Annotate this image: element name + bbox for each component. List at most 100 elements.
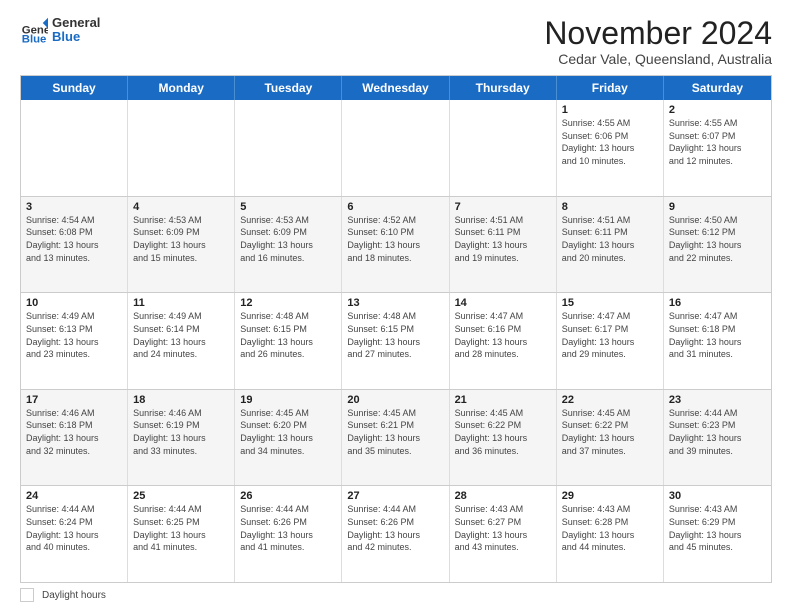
day-info: Sunrise: 4:43 AM Sunset: 6:29 PM Dayligh…: [669, 503, 766, 553]
day-info: Sunrise: 4:44 AM Sunset: 6:26 PM Dayligh…: [347, 503, 443, 553]
day-number: 6: [347, 201, 443, 213]
legend-box: [20, 588, 34, 602]
day-info: Sunrise: 4:45 AM Sunset: 6:21 PM Dayligh…: [347, 407, 443, 457]
day-info: Sunrise: 4:53 AM Sunset: 6:09 PM Dayligh…: [240, 214, 336, 264]
day-info: Sunrise: 4:43 AM Sunset: 6:27 PM Dayligh…: [455, 503, 551, 553]
day-info: Sunrise: 4:52 AM Sunset: 6:10 PM Dayligh…: [347, 214, 443, 264]
calendar-header-cell: Saturday: [664, 76, 771, 100]
legend-label: Daylight hours: [42, 590, 106, 601]
calendar-cell: 11Sunrise: 4:49 AM Sunset: 6:14 PM Dayli…: [128, 293, 235, 389]
calendar-cell: 13Sunrise: 4:48 AM Sunset: 6:15 PM Dayli…: [342, 293, 449, 389]
day-number: 4: [133, 201, 229, 213]
calendar: SundayMondayTuesdayWednesdayThursdayFrid…: [20, 75, 772, 583]
calendar-cell: 5Sunrise: 4:53 AM Sunset: 6:09 PM Daylig…: [235, 197, 342, 293]
calendar-cell: 2Sunrise: 4:55 AM Sunset: 6:07 PM Daylig…: [664, 100, 771, 196]
logo-blue-text: Blue: [52, 30, 100, 44]
calendar-cell: [128, 100, 235, 196]
calendar-cell: 23Sunrise: 4:44 AM Sunset: 6:23 PM Dayli…: [664, 390, 771, 486]
day-info: Sunrise: 4:48 AM Sunset: 6:15 PM Dayligh…: [240, 310, 336, 360]
day-number: 21: [455, 394, 551, 406]
calendar-row: 3Sunrise: 4:54 AM Sunset: 6:08 PM Daylig…: [21, 197, 771, 294]
logo-general-text: General: [52, 16, 100, 30]
day-info: Sunrise: 4:54 AM Sunset: 6:08 PM Dayligh…: [26, 214, 122, 264]
day-info: Sunrise: 4:45 AM Sunset: 6:20 PM Dayligh…: [240, 407, 336, 457]
day-info: Sunrise: 4:44 AM Sunset: 6:24 PM Dayligh…: [26, 503, 122, 553]
calendar-body: 1Sunrise: 4:55 AM Sunset: 6:06 PM Daylig…: [21, 100, 771, 582]
day-number: 30: [669, 490, 766, 502]
day-info: Sunrise: 4:47 AM Sunset: 6:18 PM Dayligh…: [669, 310, 766, 360]
day-number: 12: [240, 297, 336, 309]
header: General Blue General Blue November 2024 …: [20, 16, 772, 67]
calendar-header-row: SundayMondayTuesdayWednesdayThursdayFrid…: [21, 76, 771, 100]
svg-text:Blue: Blue: [22, 34, 47, 45]
day-number: 17: [26, 394, 122, 406]
calendar-header-cell: Friday: [557, 76, 664, 100]
calendar-cell: 17Sunrise: 4:46 AM Sunset: 6:18 PM Dayli…: [21, 390, 128, 486]
title-block: November 2024 Cedar Vale, Queensland, Au…: [544, 16, 772, 67]
calendar-cell: 22Sunrise: 4:45 AM Sunset: 6:22 PM Dayli…: [557, 390, 664, 486]
main-title: November 2024: [544, 16, 772, 51]
day-number: 26: [240, 490, 336, 502]
day-info: Sunrise: 4:49 AM Sunset: 6:14 PM Dayligh…: [133, 310, 229, 360]
day-number: 24: [26, 490, 122, 502]
calendar-cell: 3Sunrise: 4:54 AM Sunset: 6:08 PM Daylig…: [21, 197, 128, 293]
day-info: Sunrise: 4:44 AM Sunset: 6:25 PM Dayligh…: [133, 503, 229, 553]
day-info: Sunrise: 4:43 AM Sunset: 6:28 PM Dayligh…: [562, 503, 658, 553]
calendar-cell: 7Sunrise: 4:51 AM Sunset: 6:11 PM Daylig…: [450, 197, 557, 293]
day-info: Sunrise: 4:55 AM Sunset: 6:06 PM Dayligh…: [562, 117, 658, 167]
calendar-cell: 18Sunrise: 4:46 AM Sunset: 6:19 PM Dayli…: [128, 390, 235, 486]
calendar-cell: [21, 100, 128, 196]
day-number: 23: [669, 394, 766, 406]
day-info: Sunrise: 4:55 AM Sunset: 6:07 PM Dayligh…: [669, 117, 766, 167]
day-number: 27: [347, 490, 443, 502]
calendar-header-cell: Wednesday: [342, 76, 449, 100]
calendar-cell: 26Sunrise: 4:44 AM Sunset: 6:26 PM Dayli…: [235, 486, 342, 582]
day-info: Sunrise: 4:47 AM Sunset: 6:16 PM Dayligh…: [455, 310, 551, 360]
day-number: 13: [347, 297, 443, 309]
calendar-header-cell: Monday: [128, 76, 235, 100]
calendar-header-cell: Sunday: [21, 76, 128, 100]
day-number: 9: [669, 201, 766, 213]
calendar-cell: 15Sunrise: 4:47 AM Sunset: 6:17 PM Dayli…: [557, 293, 664, 389]
calendar-cell: 20Sunrise: 4:45 AM Sunset: 6:21 PM Dayli…: [342, 390, 449, 486]
day-number: 28: [455, 490, 551, 502]
logo: General Blue General Blue: [20, 16, 100, 45]
day-number: 25: [133, 490, 229, 502]
day-info: Sunrise: 4:47 AM Sunset: 6:17 PM Dayligh…: [562, 310, 658, 360]
calendar-cell: 21Sunrise: 4:45 AM Sunset: 6:22 PM Dayli…: [450, 390, 557, 486]
calendar-cell: 30Sunrise: 4:43 AM Sunset: 6:29 PM Dayli…: [664, 486, 771, 582]
day-number: 29: [562, 490, 658, 502]
day-info: Sunrise: 4:46 AM Sunset: 6:19 PM Dayligh…: [133, 407, 229, 457]
calendar-cell: [450, 100, 557, 196]
calendar-row: 17Sunrise: 4:46 AM Sunset: 6:18 PM Dayli…: [21, 390, 771, 487]
calendar-cell: 28Sunrise: 4:43 AM Sunset: 6:27 PM Dayli…: [450, 486, 557, 582]
calendar-cell: [342, 100, 449, 196]
day-number: 1: [562, 104, 658, 116]
day-number: 20: [347, 394, 443, 406]
day-info: Sunrise: 4:45 AM Sunset: 6:22 PM Dayligh…: [455, 407, 551, 457]
calendar-cell: [235, 100, 342, 196]
day-number: 3: [26, 201, 122, 213]
day-number: 7: [455, 201, 551, 213]
day-info: Sunrise: 4:45 AM Sunset: 6:22 PM Dayligh…: [562, 407, 658, 457]
day-number: 15: [562, 297, 658, 309]
logo-icon: General Blue: [20, 16, 48, 44]
day-info: Sunrise: 4:46 AM Sunset: 6:18 PM Dayligh…: [26, 407, 122, 457]
calendar-cell: 24Sunrise: 4:44 AM Sunset: 6:24 PM Dayli…: [21, 486, 128, 582]
page: General Blue General Blue November 2024 …: [0, 0, 792, 612]
calendar-cell: 19Sunrise: 4:45 AM Sunset: 6:20 PM Dayli…: [235, 390, 342, 486]
day-number: 18: [133, 394, 229, 406]
calendar-cell: 9Sunrise: 4:50 AM Sunset: 6:12 PM Daylig…: [664, 197, 771, 293]
day-number: 16: [669, 297, 766, 309]
day-number: 10: [26, 297, 122, 309]
calendar-header-cell: Thursday: [450, 76, 557, 100]
calendar-cell: 8Sunrise: 4:51 AM Sunset: 6:11 PM Daylig…: [557, 197, 664, 293]
calendar-cell: 1Sunrise: 4:55 AM Sunset: 6:06 PM Daylig…: [557, 100, 664, 196]
calendar-cell: 6Sunrise: 4:52 AM Sunset: 6:10 PM Daylig…: [342, 197, 449, 293]
calendar-header-cell: Tuesday: [235, 76, 342, 100]
day-number: 11: [133, 297, 229, 309]
calendar-cell: 16Sunrise: 4:47 AM Sunset: 6:18 PM Dayli…: [664, 293, 771, 389]
calendar-row: 1Sunrise: 4:55 AM Sunset: 6:06 PM Daylig…: [21, 100, 771, 197]
day-info: Sunrise: 4:53 AM Sunset: 6:09 PM Dayligh…: [133, 214, 229, 264]
calendar-cell: 10Sunrise: 4:49 AM Sunset: 6:13 PM Dayli…: [21, 293, 128, 389]
